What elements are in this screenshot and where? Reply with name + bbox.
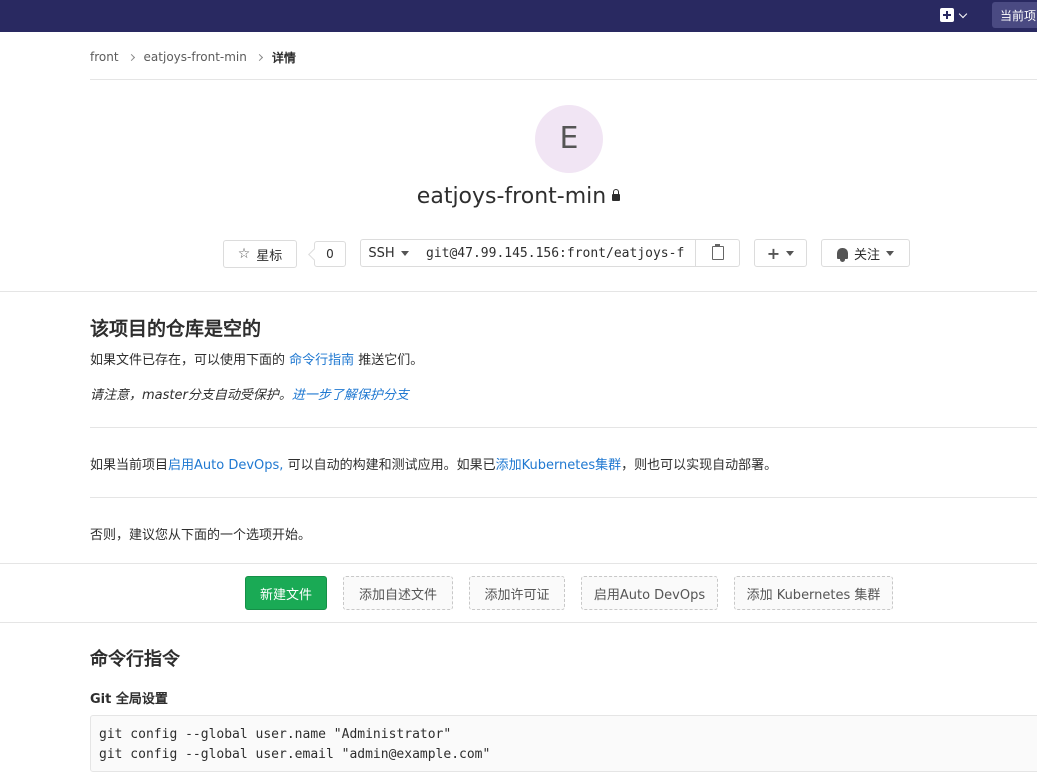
otherwise-text: 否则，建议您从下面的一个选项开始。 xyxy=(90,528,312,543)
empty-repo-heading: 该项目的仓库是空的 xyxy=(90,318,262,340)
new-dropdown[interactable] xyxy=(940,4,980,26)
protected-branch-note: 请注意，master分支自动受保护。进一步了解保护分支 xyxy=(90,384,409,403)
add-dropdown-button[interactable]: + xyxy=(754,239,807,267)
divider xyxy=(0,291,1037,292)
current-project-button[interactable]: 当前项 xyxy=(992,2,1037,28)
copy-url-button[interactable] xyxy=(695,239,740,267)
lock-icon xyxy=(612,188,621,201)
text: 如果当前项目 xyxy=(90,458,169,473)
text: 推送它们。 xyxy=(354,353,424,368)
star-count[interactable]: 0 xyxy=(314,241,346,267)
notification-dropdown[interactable]: 关注 xyxy=(821,239,910,267)
text: 可以自动的构建和测试应用。如果已 xyxy=(283,458,496,473)
caret-down-icon xyxy=(886,250,894,256)
git-config-code: git config --global user.name "Administr… xyxy=(90,715,1037,772)
plus-icon: + xyxy=(766,243,781,263)
project-avatar: E xyxy=(535,105,603,173)
new-file-button[interactable]: 新建文件 xyxy=(245,576,327,610)
cli-heading: 命令行指令 xyxy=(90,649,180,670)
text: ，则也可以实现自动部署。 xyxy=(621,458,778,473)
breadcrumb: front eatjoys-front-min 详情 xyxy=(90,48,296,66)
push-instructions: 如果文件已存在，可以使用下面的 命令行指南 推送它们。 xyxy=(90,349,423,368)
text: 请注意，master分支自动受保护。 xyxy=(90,388,292,403)
add-kubernetes-button[interactable]: 添加 Kubernetes 集群 xyxy=(734,576,893,610)
enable-devops-link[interactable]: 启用Auto DevOps, xyxy=(168,458,283,473)
add-k8s-link[interactable]: 添加Kubernetes集群 xyxy=(496,458,622,473)
breadcrumb-current: 详情 xyxy=(271,50,296,65)
star-label: 星标 xyxy=(256,248,283,264)
star-icon: ☆ xyxy=(237,246,251,262)
divider xyxy=(90,79,1037,80)
clone-url-input[interactable] xyxy=(416,239,696,267)
notify-label: 关注 xyxy=(853,247,880,263)
text: 如果文件已存在，可以使用下面的 xyxy=(90,353,290,368)
bell-icon xyxy=(836,247,848,262)
protocol-label: SSH xyxy=(368,245,395,261)
divider xyxy=(90,427,1037,428)
cli-guide-link[interactable]: 命令行指南 xyxy=(289,353,354,368)
clipboard-icon xyxy=(711,244,724,260)
protected-branch-link[interactable]: 进一步了解保护分支 xyxy=(292,388,409,403)
divider xyxy=(90,497,1037,498)
protocol-dropdown[interactable]: SSH xyxy=(360,239,417,267)
project-name: eatjoys-front-min xyxy=(416,184,607,209)
star-button[interactable]: ☆ 星标 xyxy=(223,240,297,268)
project-title: eatjoys-front-min xyxy=(0,184,1037,209)
divider xyxy=(0,563,1037,564)
chevron-down-icon xyxy=(958,9,968,18)
divider xyxy=(0,622,1037,623)
git-setup-heading: Git 全局设置 xyxy=(90,692,168,707)
chevron-right-icon xyxy=(127,53,135,61)
add-license-button[interactable]: 添加许可证 xyxy=(469,576,565,610)
breadcrumb-project[interactable]: eatjoys-front-min xyxy=(144,50,247,64)
add-readme-button[interactable]: 添加自述文件 xyxy=(343,576,453,610)
chevron-right-icon xyxy=(255,53,263,61)
enable-devops-button[interactable]: 启用Auto DevOps xyxy=(581,576,718,610)
caret-down-icon xyxy=(786,250,795,256)
breadcrumb-group[interactable]: front xyxy=(90,50,119,64)
top-navbar: 当前项 xyxy=(0,0,1037,32)
plus-square-icon xyxy=(940,8,954,22)
caret-down-icon xyxy=(400,250,409,256)
devops-info: 如果当前项目启用Auto DevOps, 可以自动的构建和测试应用。如果已添加K… xyxy=(90,454,777,473)
